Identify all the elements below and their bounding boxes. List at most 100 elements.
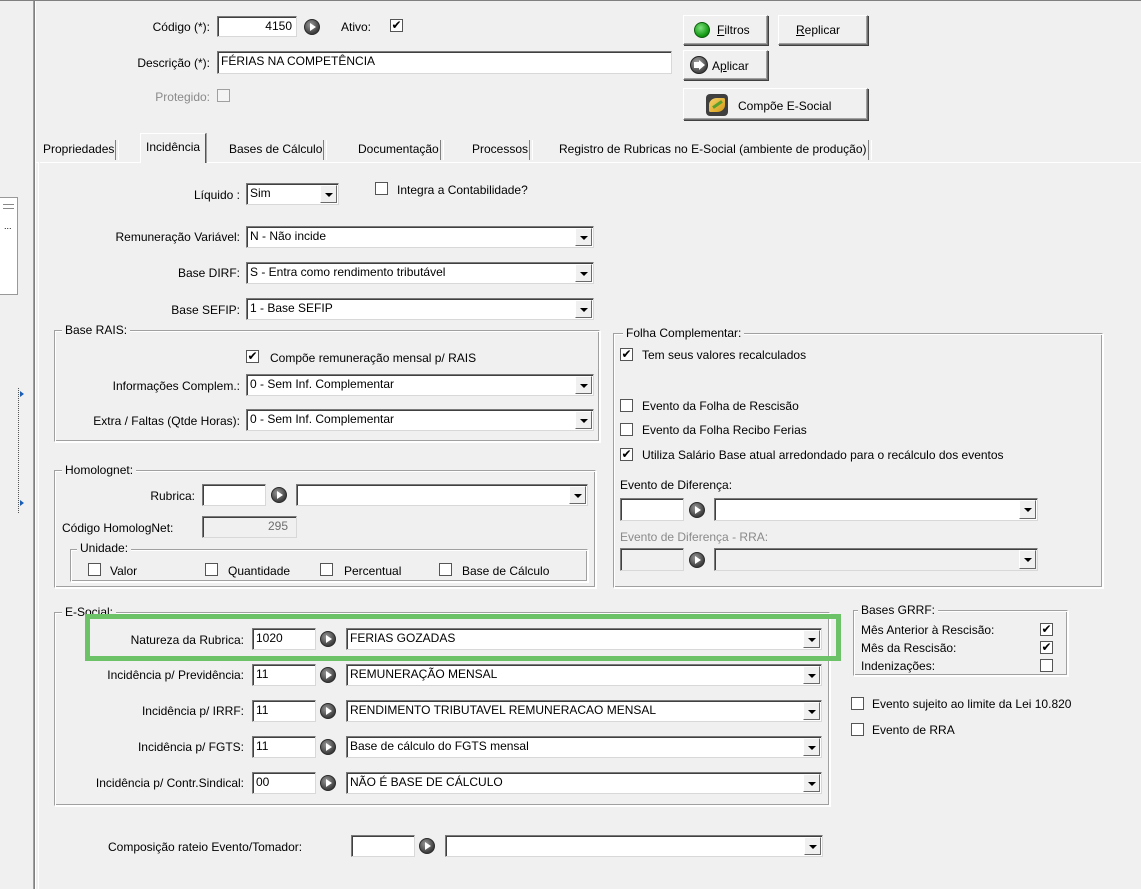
rateio-select[interactable] bbox=[445, 835, 823, 857]
unidade-title: Unidade: bbox=[77, 541, 132, 555]
folha-complementar-title: Folha Complementar: bbox=[623, 326, 745, 340]
protegido-checkbox[interactable] bbox=[217, 89, 230, 102]
unidade-quantidade-checkbox[interactable] bbox=[205, 563, 218, 576]
recalculados-checkbox[interactable]: ✔ bbox=[620, 348, 633, 361]
evento-diferenca-code-input[interactable] bbox=[620, 498, 684, 521]
evento-diferenca-lookup-icon[interactable] bbox=[689, 502, 705, 518]
remuneracao-variavel-select[interactable]: N - Não incide bbox=[246, 226, 594, 248]
evento-rra-checkbox[interactable] bbox=[851, 723, 864, 736]
unidade-base-label: Base de Cálculo bbox=[462, 564, 550, 578]
evento-rescisao-checkbox[interactable] bbox=[620, 399, 633, 412]
aplicar-button[interactable]: Aplicar bbox=[683, 50, 768, 80]
chevron-down-icon[interactable] bbox=[803, 738, 820, 756]
tab-incidencia[interactable]: Incidência bbox=[140, 133, 207, 163]
limite-lei-checkbox[interactable] bbox=[851, 697, 864, 710]
base-dirf-label: Base DIRF: bbox=[177, 266, 240, 280]
compoe-rais-label: Compõe remuneração mensal p/ RAIS bbox=[270, 351, 477, 365]
chevron-down-icon[interactable] bbox=[804, 837, 821, 855]
chevron-down-icon[interactable] bbox=[575, 411, 592, 429]
unidade-valor-checkbox[interactable] bbox=[88, 563, 101, 576]
incidencia-previdencia-code-input[interactable]: 11 bbox=[252, 664, 316, 686]
homolognet-rubrica-code-input[interactable] bbox=[202, 484, 266, 506]
incidencia-irrf-select[interactable]: RENDIMENTO TRIBUTAVEL REMUNERACAO MENSAL bbox=[346, 700, 822, 722]
rateio-code-input[interactable] bbox=[351, 835, 415, 857]
base-sefip-label: Base SEFIP: bbox=[171, 303, 240, 317]
evento-diferenca-rra-select[interactable] bbox=[714, 548, 1038, 571]
incidencia-fgts-code-input[interactable]: 11 bbox=[252, 736, 316, 758]
liquido-select[interactable]: Sim bbox=[246, 183, 339, 205]
chevron-down-icon[interactable] bbox=[1019, 500, 1036, 519]
mes-rescisao-checkbox[interactable]: ✔ bbox=[1040, 641, 1053, 654]
incidencia-previdencia-lookup-icon[interactable] bbox=[320, 667, 336, 683]
apply-arrow-icon bbox=[690, 56, 708, 74]
base-sefip-select[interactable]: 1 - Base SEFIP bbox=[246, 298, 594, 320]
filtros-label: Filtros bbox=[717, 23, 750, 37]
incidencia-irrf-code-input[interactable]: 11 bbox=[252, 700, 316, 722]
filtros-button[interactable]: Filtros bbox=[683, 15, 768, 45]
incidencia-fgts-lookup-icon[interactable] bbox=[320, 739, 336, 755]
chevron-down-icon[interactable] bbox=[803, 774, 820, 792]
tab-documentacao[interactable]: Documentação bbox=[353, 136, 444, 162]
evento-rra-label: Evento de RRA bbox=[872, 723, 955, 737]
tab-bases-de-calculo[interactable]: Bases de Cálculo bbox=[224, 136, 328, 162]
incidencia-sindical-select[interactable]: NÃO É BASE DE CÁLCULO bbox=[346, 772, 822, 794]
tab-propriedades[interactable]: Propriedades bbox=[38, 136, 120, 162]
chevron-down-icon[interactable] bbox=[803, 666, 820, 684]
evento-diferenca-rra-lookup-icon[interactable] bbox=[689, 552, 705, 568]
evento-diferenca-rra-code-input[interactable] bbox=[620, 548, 684, 571]
evento-ferias-checkbox[interactable] bbox=[620, 423, 633, 436]
chevron-down-icon[interactable] bbox=[320, 185, 337, 203]
replicar-button[interactable]: Replicar bbox=[778, 15, 868, 45]
left-splitter[interactable] bbox=[18, 388, 27, 513]
incidencia-previdencia-select[interactable]: REMUNERAÇÃO MENSAL bbox=[346, 664, 822, 686]
codigo-input[interactable]: 4150 bbox=[217, 16, 297, 37]
chevron-down-icon[interactable] bbox=[575, 300, 592, 318]
compoe-rais-checkbox[interactable]: ✔ bbox=[246, 350, 259, 363]
left-panel-divider bbox=[34, 0, 36, 889]
remuneracao-variavel-label: Remuneração Variável: bbox=[115, 230, 240, 244]
incidencia-fgts-select[interactable]: Base de cálculo do FGTS mensal bbox=[346, 736, 822, 758]
compoe-esocial-label: Compõe E-Social bbox=[738, 99, 832, 113]
compoe-esocial-button[interactable]: Compõe E-Social bbox=[683, 88, 868, 120]
descricao-input[interactable]: FÉRIAS NA COMPETÊNCIA bbox=[217, 51, 672, 74]
mes-anterior-checkbox[interactable]: ✔ bbox=[1040, 623, 1053, 636]
incidencia-irrf-label: Incidência p/ IRRF: bbox=[141, 704, 244, 718]
recalculados-label: Tem seus valores recalculados bbox=[642, 348, 807, 362]
info-complem-select[interactable]: 0 - Sem Inf. Complementar bbox=[246, 374, 594, 396]
unidade-percentual-label: Percentual bbox=[344, 564, 402, 578]
unidade-percentual-checkbox[interactable] bbox=[320, 563, 333, 576]
salario-base-checkbox[interactable]: ✔ bbox=[620, 448, 633, 461]
unidade-quantidade-label: Quantidade bbox=[228, 564, 291, 578]
rateio-lookup-icon[interactable] bbox=[419, 838, 435, 854]
chevron-down-icon[interactable] bbox=[803, 702, 820, 720]
indenizacoes-checkbox[interactable] bbox=[1040, 659, 1053, 672]
chevron-down-icon[interactable] bbox=[575, 376, 592, 394]
tab-processos[interactable]: Processos bbox=[467, 136, 534, 162]
chevron-down-icon[interactable] bbox=[575, 264, 592, 282]
evento-diferenca-label: Evento de Diferença: bbox=[620, 478, 733, 492]
ativo-checkbox[interactable]: ✔ bbox=[390, 19, 403, 32]
unidade-base-checkbox[interactable] bbox=[439, 563, 452, 576]
extra-faltas-select[interactable]: 0 - Sem Inf. Complementar bbox=[246, 409, 594, 431]
homolognet-rubrica-select[interactable] bbox=[296, 484, 588, 506]
integra-contabilidade-checkbox[interactable] bbox=[375, 182, 388, 195]
extra-faltas-label: Extra / Faltas (Qtde Horas): bbox=[93, 414, 240, 428]
tab-registro-rubricas[interactable]: Registro de Rubricas no E-Social (ambien… bbox=[554, 136, 872, 162]
replicar-label: Replicar bbox=[796, 23, 841, 37]
esocial-logo-icon bbox=[706, 94, 728, 116]
evento-diferenca-select[interactable] bbox=[714, 498, 1038, 521]
codigo-homolognet-input[interactable]: 295 bbox=[202, 516, 297, 538]
highlight-box bbox=[85, 614, 841, 661]
base-dirf-select[interactable]: S - Entra como rendimento tributável bbox=[246, 262, 594, 284]
chevron-down-icon[interactable] bbox=[1019, 550, 1036, 569]
codigo-lookup-icon[interactable] bbox=[304, 19, 320, 35]
integra-contabilidade-label: Integra a Contabilidade? bbox=[397, 183, 528, 197]
chevron-down-icon[interactable] bbox=[575, 228, 592, 246]
left-mini-list[interactable]: ... bbox=[0, 197, 18, 295]
incidencia-sindical-lookup-icon[interactable] bbox=[320, 775, 336, 791]
homolognet-lookup-icon[interactable] bbox=[271, 487, 287, 503]
chevron-down-icon[interactable] bbox=[569, 486, 586, 504]
evento-rescisao-label: Evento da Folha de Rescisão bbox=[642, 399, 799, 413]
incidencia-sindical-code-input[interactable]: 00 bbox=[252, 772, 316, 794]
incidencia-irrf-lookup-icon[interactable] bbox=[320, 703, 336, 719]
